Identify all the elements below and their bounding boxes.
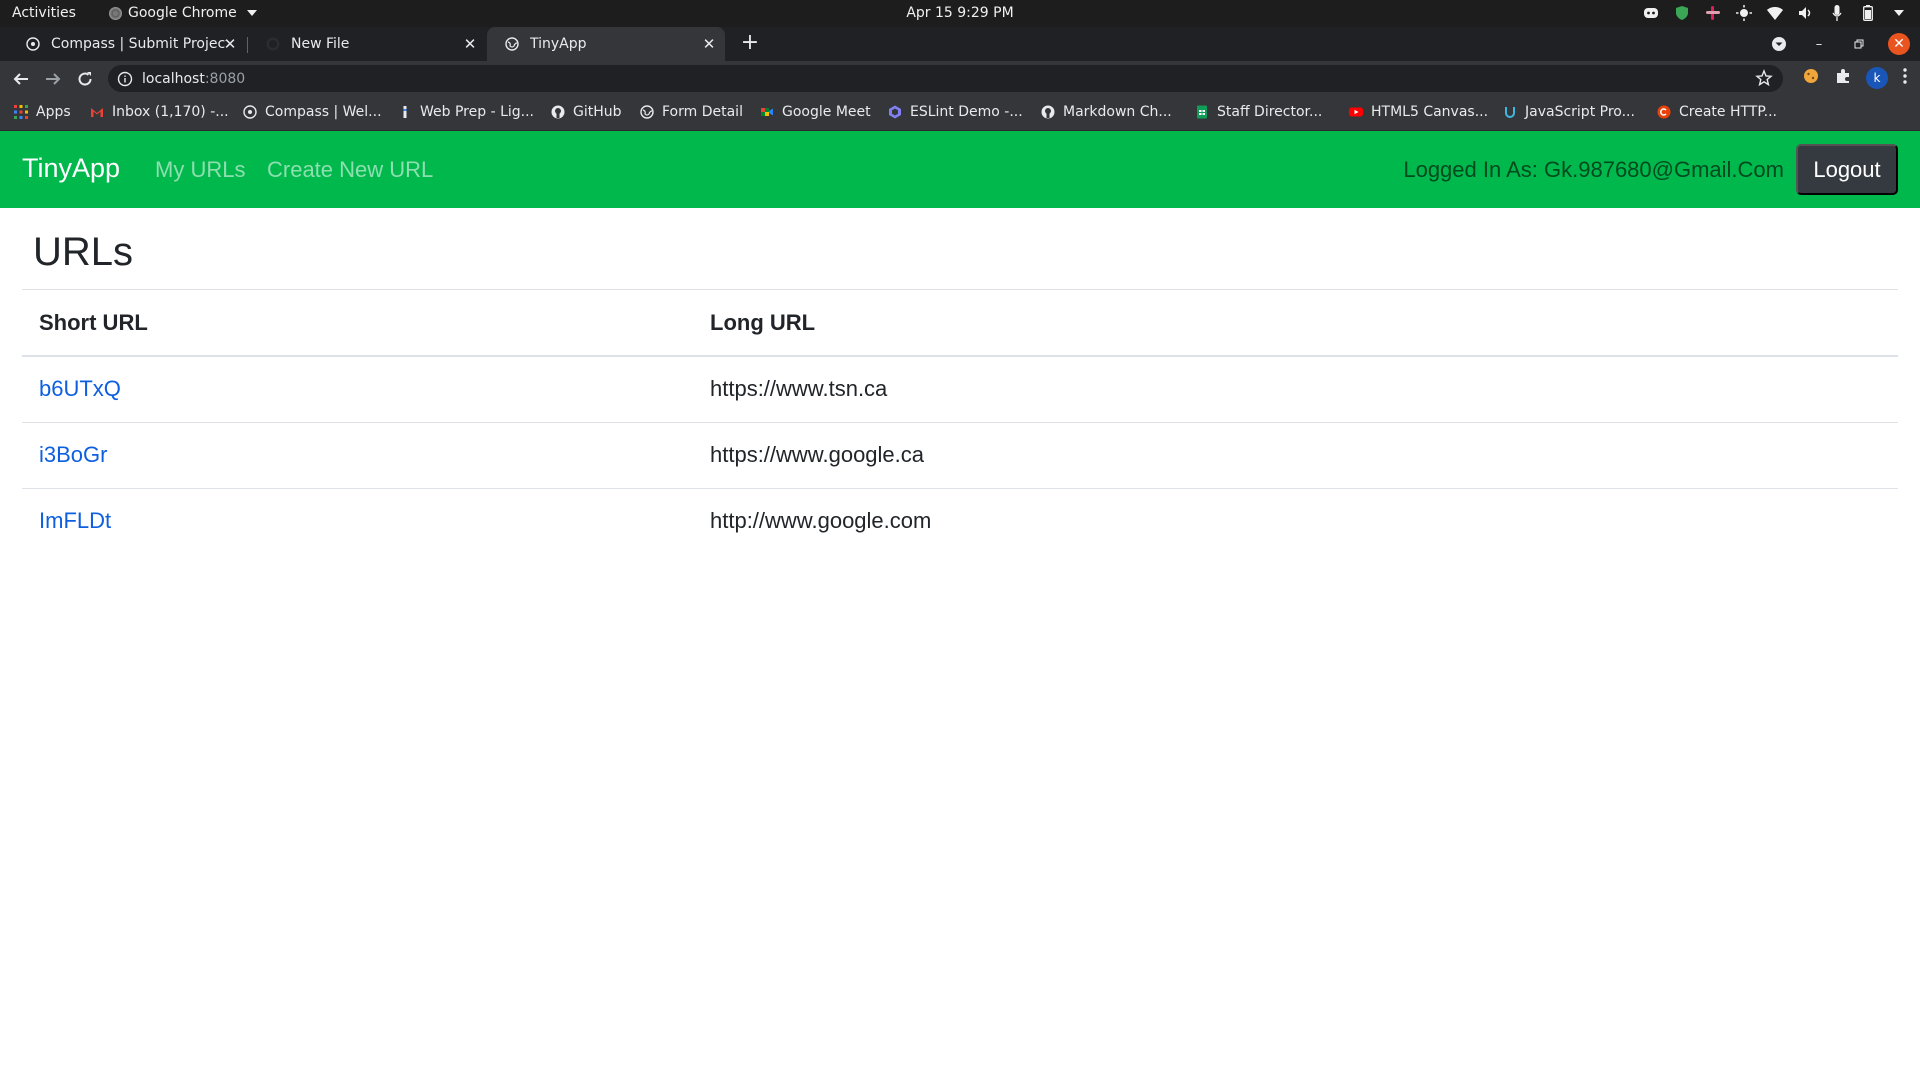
bookmark-github[interactable]: GitHub	[551, 104, 622, 120]
extensions-puzzle-icon[interactable]	[1834, 67, 1852, 89]
new-tab-button[interactable]: +	[738, 32, 762, 56]
microphone-icon[interactable]	[1828, 4, 1846, 22]
red-circle-icon	[1657, 105, 1671, 119]
bookmark-inbox[interactable]: Inbox (1,170) -...	[90, 104, 229, 120]
back-button[interactable]	[9, 67, 33, 91]
extension-cookie-icon[interactable]	[1802, 67, 1820, 89]
tab-search-icon[interactable]	[1768, 33, 1790, 55]
urls-table: Short URL Long URL b6UTxQ https://www.ts…	[22, 290, 1898, 554]
github-icon	[1041, 105, 1055, 119]
nav-my-urls-link[interactable]: My URLs	[155, 157, 245, 183]
close-icon[interactable]: ✕	[462, 36, 478, 52]
nav-create-url-link[interactable]: Create New URL	[267, 157, 433, 183]
bookmark-compass[interactable]: Compass | Wel...	[243, 104, 382, 120]
chrome-menu-icon[interactable]	[1902, 67, 1908, 89]
system-tray	[1642, 4, 1908, 22]
os-top-bar: Activities Google Chrome Apr 15 9:29 PM	[0, 0, 1920, 27]
page-viewport: TinyApp My URLs Create New URL Logged In…	[0, 131, 1920, 1080]
google-meet-icon	[761, 108, 773, 116]
short-url-link[interactable]: b6UTxQ	[39, 376, 121, 401]
long-url-cell: https://www.google.ca	[693, 422, 1898, 489]
app-menu-label: Google Chrome	[128, 5, 237, 21]
close-icon[interactable]: ✕	[222, 36, 238, 52]
github-icon	[266, 37, 280, 51]
volume-icon[interactable]	[1797, 4, 1815, 22]
lighthouse-icon	[403, 106, 407, 118]
url-text: localhost:8080	[142, 70, 246, 87]
bookmark-star-icon[interactable]	[1755, 69, 1773, 87]
address-bar[interactable]: localhost:8080	[108, 65, 1783, 92]
tab-tinyapp[interactable]: TinyApp ✕	[487, 27, 725, 61]
logged-in-status: Logged In As: Gk.987680@Gmail.Com	[1403, 157, 1784, 182]
chevron-down-icon	[246, 10, 257, 16]
tab-title: TinyApp	[530, 36, 587, 52]
table-row: b6UTxQ https://www.tsn.ca	[22, 356, 1898, 423]
discord-icon[interactable]	[1642, 4, 1660, 22]
tab-strip: Compass | Submit Project ✕ New File ✕ Ti…	[0, 27, 1920, 61]
youtube-icon	[1349, 107, 1363, 117]
bookmark-web-prep[interactable]: Web Prep - Lig...	[398, 104, 534, 120]
close-icon[interactable]: ✕	[701, 36, 717, 52]
globe-icon	[505, 37, 519, 51]
reload-button[interactable]	[73, 67, 97, 91]
tab-title: Compass | Submit Project	[51, 36, 226, 52]
chrome-icon	[109, 6, 122, 20]
battery-icon[interactable]	[1859, 4, 1877, 22]
clock[interactable]: Apr 15 9:29 PM	[906, 5, 1013, 21]
main-content: URLs Short URL Long URL b6UTxQ https://w…	[22, 208, 1898, 554]
browser-toolbar: localhost:8080 k	[0, 61, 1920, 96]
bookmark-html5-canvas[interactable]: HTML5 Canvas...	[1349, 104, 1488, 120]
bookmark-eslint[interactable]: ESLint Demo -...	[888, 104, 1023, 120]
bookmark-form-detail[interactable]: Form Detail	[640, 104, 743, 120]
udemy-icon	[1505, 107, 1515, 118]
minimize-button[interactable]: –	[1808, 33, 1830, 55]
profile-avatar[interactable]: k	[1866, 67, 1888, 89]
restore-button[interactable]	[1848, 33, 1870, 55]
tab-compass[interactable]: Compass | Submit Project ✕	[8, 27, 246, 61]
forward-button[interactable]	[41, 67, 65, 91]
bookmark-create-http[interactable]: Create HTTP...	[1657, 104, 1777, 120]
long-url-cell: https://www.tsn.ca	[693, 356, 1898, 423]
short-url-link[interactable]: ImFLDt	[39, 508, 111, 533]
logout-button[interactable]: Logout	[1796, 144, 1898, 195]
table-row: i3BoGr https://www.google.ca	[22, 422, 1898, 489]
app-menu[interactable]: Google Chrome	[109, 5, 257, 21]
tab-title: New File	[291, 36, 350, 52]
table-row: ImFLDt http://www.google.com	[22, 488, 1898, 554]
table-header-row: Short URL Long URL	[22, 290, 1898, 357]
tab-new-file[interactable]: New File ✕	[248, 27, 486, 61]
activities-button[interactable]: Activities	[12, 5, 76, 21]
github-icon	[551, 105, 565, 119]
site-info-icon[interactable]	[117, 71, 133, 87]
bookmarks-bar: Apps Inbox (1,170) -... Compass | Wel...…	[0, 96, 1920, 131]
compass-icon	[243, 105, 257, 119]
bookmark-staff-directory[interactable]: Staff Director...	[1195, 104, 1322, 120]
app-navbar: TinyApp My URLs Create New URL Logged In…	[0, 131, 1920, 208]
column-header-short-url: Short URL	[22, 290, 693, 357]
compass-icon	[26, 37, 40, 51]
column-header-long-url: Long URL	[693, 290, 1898, 357]
bookmark-google-meet[interactable]: Google Meet	[760, 104, 871, 120]
globe-icon	[640, 105, 654, 119]
slack-icon[interactable]	[1704, 4, 1722, 22]
gmail-icon	[91, 108, 103, 117]
bookmark-apps[interactable]: Apps	[14, 104, 71, 120]
short-url-link[interactable]: i3BoGr	[39, 442, 107, 467]
brightness-icon[interactable]	[1735, 4, 1753, 22]
eslint-icon	[889, 105, 901, 119]
vpn-shield-icon[interactable]	[1673, 4, 1691, 22]
bookmark-markdown[interactable]: Markdown Ch...	[1041, 104, 1172, 120]
wifi-icon[interactable]	[1766, 4, 1784, 22]
brand-link[interactable]: TinyApp	[22, 153, 120, 184]
window-controls: – ✕	[1768, 33, 1910, 55]
google-sheets-icon	[1197, 105, 1207, 119]
apps-grid-icon	[14, 105, 28, 119]
system-menu-caret-icon[interactable]	[1890, 4, 1908, 22]
bookmark-javascript-pro[interactable]: JavaScript Pro...	[1503, 104, 1635, 120]
page-title: URLs	[33, 230, 134, 274]
long-url-cell: http://www.google.com	[710, 508, 932, 534]
window-close-button[interactable]: ✕	[1888, 33, 1910, 55]
